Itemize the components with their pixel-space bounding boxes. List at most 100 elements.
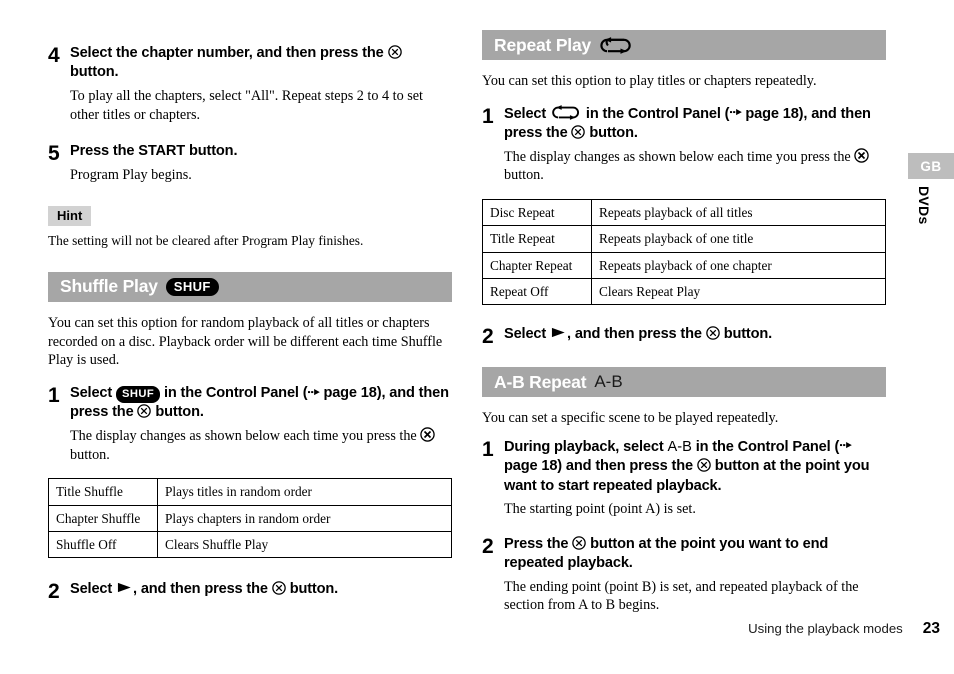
step-heading-text-b: , and then press the [567, 326, 702, 343]
enter-x-button-icon [697, 458, 711, 473]
step-body: Select SHUF in the Control Panel (page 1… [70, 384, 452, 464]
section-intro: You can set this option to play titles o… [482, 73, 817, 89]
step-heading-text-d: button. [155, 404, 204, 421]
section-ab-repeat: A-B Repeat A-B You can set a specific sc… [482, 367, 886, 615]
table-cell-description: Plays chapters in random order [157, 504, 452, 532]
step-description-text-b: button. [504, 167, 544, 184]
step-body: Press the START button. Program Play beg… [70, 142, 452, 184]
step-number: 1 [482, 437, 494, 461]
step-heading: Select SHUF in the Control Panel (page 1… [70, 384, 452, 423]
section-title: Shuffle Play [60, 276, 158, 297]
table-cell-mode: Shuffle Off [48, 530, 158, 559]
ab-repeat-step-1: 1 During playback, select A-B in the Con… [482, 438, 886, 519]
step-body: Press the button at the point you want t… [504, 535, 886, 615]
step-heading-text-b: , and then press the [133, 581, 268, 598]
step-body: Select the chapter number, and then pres… [70, 44, 452, 124]
table-row: Repeat Off Clears Repeat Play [482, 277, 886, 306]
section-header-bar: Shuffle Play SHUF [48, 271, 452, 302]
page-reference-arrow-icon [308, 388, 321, 395]
step-description-text-a: The display changes as shown below each … [70, 427, 417, 444]
step-heading-text-b: in the Control Panel ( [163, 385, 308, 402]
shuffle-step-2: 2 Select , and then press the button. [48, 580, 452, 602]
section-title: A-B Repeat [494, 371, 587, 392]
enter-x-button-icon [272, 581, 286, 595]
step-heading-text-a: During playback, select [504, 438, 664, 455]
enter-x-button-icon [420, 427, 435, 443]
hint-text: The setting will not be cleared after Pr… [48, 233, 364, 249]
repeat-step-2: 2 Select , and then press the button. [482, 325, 886, 347]
page-reference-group: ( [834, 439, 855, 455]
step-heading: Press the START button. [70, 143, 238, 160]
step-heading: Select in the Control Panel (page 18), a… [504, 104, 886, 144]
step-number: 2 [482, 534, 494, 558]
step-heading: Select the chapter number, and then pres… [70, 44, 452, 83]
table-cell-description: Repeats playback of one title [591, 225, 886, 253]
step-heading-text-a: Select [504, 105, 547, 122]
step-heading-text-b: in the Control Panel [695, 438, 831, 455]
section-intro: You can set a specific scene to be playe… [482, 410, 779, 427]
step-heading: During playback, select A-B in the Contr… [504, 438, 886, 496]
table-cell-mode: Title Repeat [482, 225, 592, 253]
section-header-bar: Repeat Play [482, 30, 886, 60]
right-column: Repeat Play You can set this option to p… [482, 30, 886, 615]
table-row: Title Shuffle Plays titles in random ord… [48, 478, 452, 506]
step-number: 2 [482, 325, 494, 349]
table-cell-description: Clears Shuffle Play [157, 530, 452, 559]
step-number: 2 [48, 580, 60, 604]
table-row: Chapter Repeat Repeats playback of one c… [482, 251, 886, 279]
step-description: The display changes as shown below each … [70, 427, 452, 464]
table-row: Disc Repeat Repeats playback of all titl… [482, 199, 886, 227]
table-cell-mode: Chapter Shuffle [48, 504, 158, 532]
table-cell-description: Repeats playback of all titles [591, 199, 886, 227]
repeat-loop-icon [600, 36, 631, 54]
table-row: Shuffle Off Clears Shuffle Play [48, 530, 452, 559]
step-description: To play all the chapters, select "All". … [70, 87, 423, 123]
hint-block: Hint The setting will not be cleared aft… [48, 206, 452, 249]
shuf-icon: SHUF [116, 386, 161, 404]
step-heading-text-a: Select [70, 581, 113, 598]
hint-badge: Hint [48, 206, 92, 227]
step-body: Select , and then press the button. [70, 580, 452, 599]
enter-x-button-icon [571, 125, 586, 139]
table-cell-mode: Chapter Repeat [482, 251, 592, 279]
side-section-label-text: DVDs [916, 186, 932, 225]
manual-page: 4 Select the chapter number, and then pr… [0, 0, 954, 674]
step-heading-text-d: page 18) and then press the [504, 458, 693, 475]
enter-x-button-icon [387, 45, 402, 59]
repeat-loop-icon [552, 104, 579, 120]
step-body: Select , and then press the button. [504, 325, 886, 344]
step-description: The starting point (point A) is set. [504, 501, 696, 518]
language-tab-gb: GB [908, 153, 954, 179]
table-row: Title Repeat Repeats playback of one tit… [482, 225, 886, 253]
a-b-icon: A-B [667, 438, 692, 455]
page-reference-arrow-icon [730, 109, 743, 116]
step-description-text-b: button. [70, 446, 110, 463]
step-body: During playback, select A-B in the Contr… [504, 438, 886, 519]
table-cell-description: Plays titles in random order [157, 478, 452, 506]
step-5: 5 Press the START button. Program Play b… [48, 142, 452, 184]
step-heading: Select , and then press the button. [504, 325, 886, 344]
shuffle-modes-table: Title Shuffle Plays titles in random ord… [48, 478, 452, 559]
step-number: 4 [48, 44, 60, 67]
step-heading-text-d: button. [589, 125, 638, 142]
table-cell-mode: Title Shuffle [48, 478, 158, 506]
repeat-step-1: 1 Select in the Control Panel (page 18),… [482, 104, 886, 185]
enter-x-button-icon [706, 326, 720, 340]
table-row: Chapter Shuffle Plays chapters in random… [48, 504, 452, 532]
page-reference-arrow-icon [840, 442, 852, 449]
section-repeat-play: Repeat Play You can set this option to p… [482, 30, 886, 347]
step-4: 4 Select the chapter number, and then pr… [48, 44, 452, 124]
ab-repeat-step-2: 2 Press the button at the point you want… [482, 535, 886, 615]
shuf-icon: SHUF [165, 277, 219, 296]
enter-x-button-icon [854, 148, 869, 163]
table-cell-description: Repeats playback of one chapter [591, 251, 886, 279]
step-number: 1 [482, 104, 494, 128]
enter-x-button-icon [572, 536, 587, 550]
step-heading-text-b: in the Control Panel ( [585, 105, 730, 122]
page-number: 23 [922, 620, 940, 637]
step-number: 1 [48, 384, 60, 408]
step-heading-text-a: Press the [504, 535, 569, 552]
step-description: Program Play begins. [70, 166, 192, 183]
table-cell-mode: Repeat Off [482, 277, 592, 306]
step-heading-text-a: Select [504, 326, 547, 343]
